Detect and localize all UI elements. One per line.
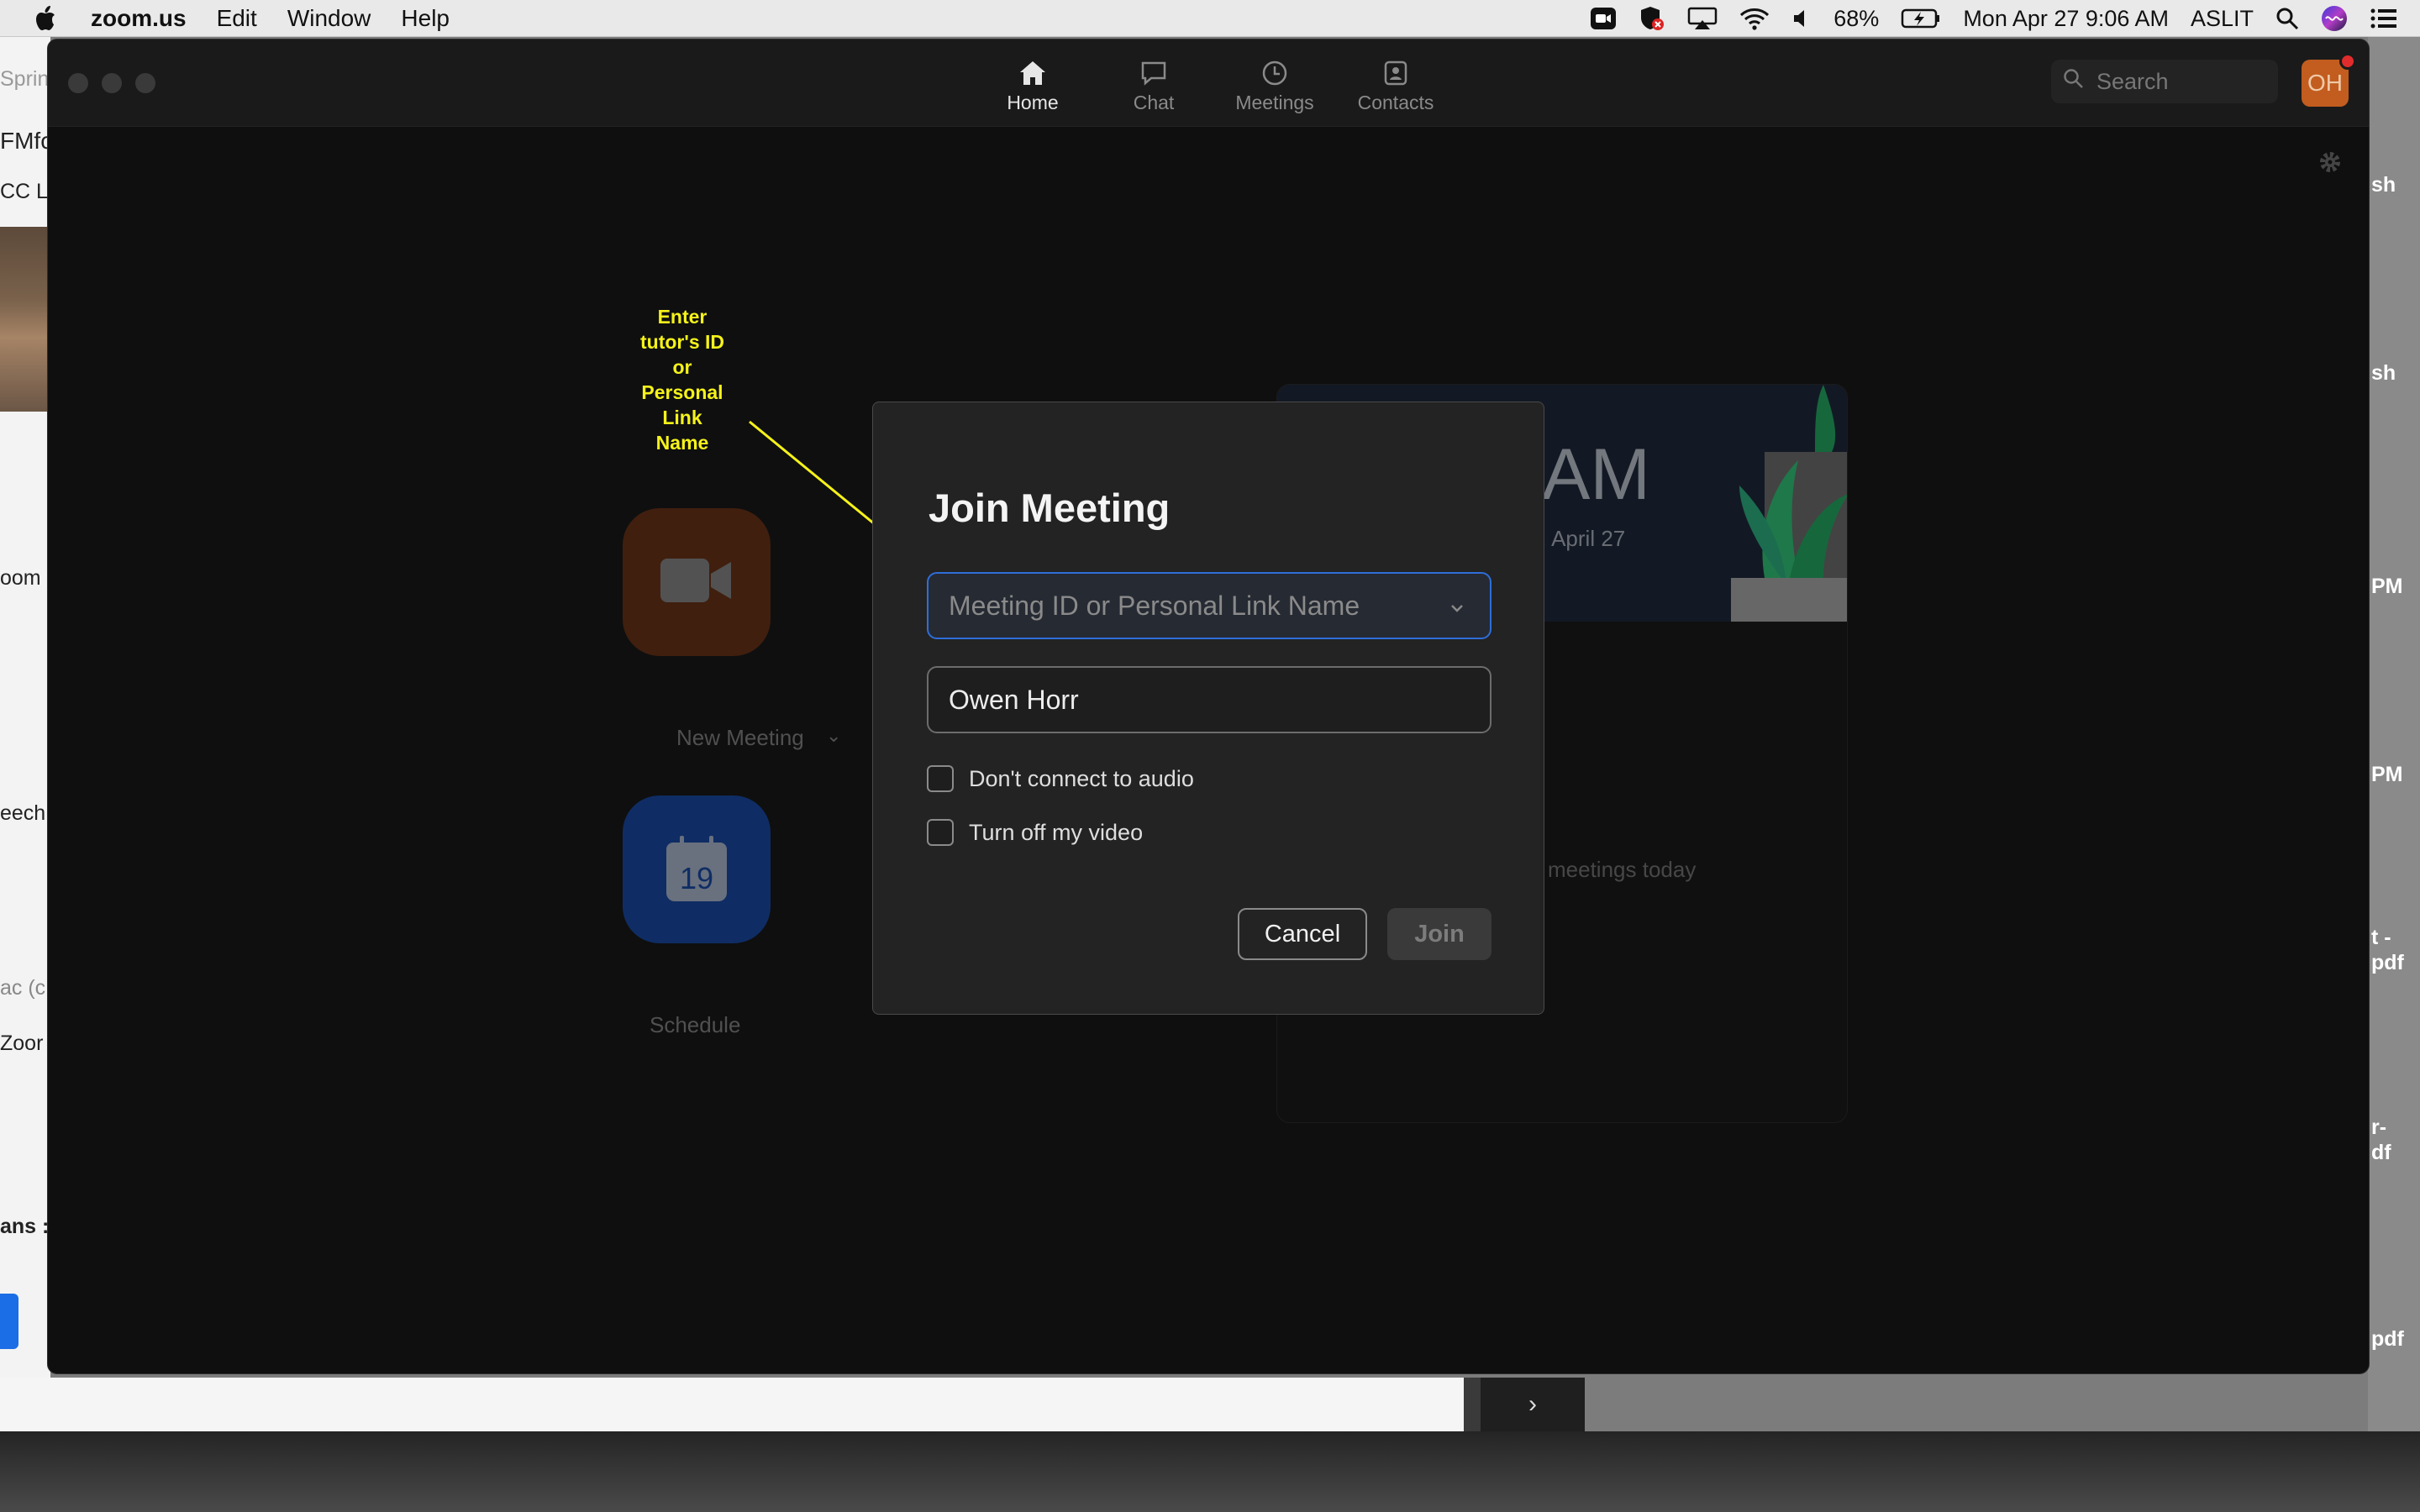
bg-text: sh [2371,173,2396,197]
search-icon [2063,68,2085,96]
bg-text: df [2371,1141,2391,1164]
tab-chat[interactable]: Chat [1093,55,1214,114]
airplay-icon[interactable] [1687,7,1718,30]
bg-text: Sprin [0,67,50,91]
bg-text: CC La [0,180,50,203]
volume-icon[interactable] [1791,7,1812,30]
join-meeting-dialog: Join Meeting Meeting ID or Personal Link… [872,402,1544,1015]
annotation-callout: Enter tutor's ID or Personal Link Name [623,304,741,455]
turn-off-video-option[interactable]: Turn off my video [927,819,1143,846]
minimize-window-button[interactable] [102,73,122,93]
bg-photo-thumbnail [0,227,50,412]
bg-text: Zoor [0,1032,44,1055]
annotation-line: Personal [641,381,723,403]
menu-help[interactable]: Help [401,5,450,32]
desktop-background [0,1431,2420,1512]
bg-text: oom l [0,566,50,590]
zoom-window-button[interactable] [135,73,155,93]
menu-bar: zoom.us Edit Window Help 68% Mon Apr 27 … [0,0,2420,37]
menu-edit[interactable]: Edit [217,5,257,32]
bg-text: pdf [2371,951,2404,974]
zoom-titlebar: Home Chat Meetings Contacts Search OH [48,39,2369,127]
app-name-menu[interactable]: zoom.us [91,5,187,32]
bg-text: pdf [2371,1327,2404,1351]
user-name[interactable]: ASLIT [2191,6,2254,32]
display-name-input[interactable]: Owen Horr [927,666,1491,733]
tab-contacts[interactable]: Contacts [1335,55,1456,114]
bg-text: eech [0,801,46,825]
meeting-id-input[interactable]: Meeting ID or Personal Link Name [927,572,1491,639]
home-icon [1018,55,1047,92]
background-app-bottom [0,1378,1464,1431]
annotation-line: Link [662,407,702,428]
bg-text: t - [2371,926,2391,949]
background-app-left: Sprin FMfc CC La oom l eech ac (c Zoor a… [0,37,50,1431]
tab-contacts-label: Contacts [1357,92,1434,113]
siri-icon[interactable] [2321,5,2348,32]
tab-home-label: Home [1007,92,1059,113]
bg-text: PM [2371,575,2403,598]
clock-icon [1261,55,1288,92]
clock-datetime[interactable]: Mon Apr 27 9:06 AM [1963,6,2169,32]
spotlight-search-icon[interactable] [2275,7,2299,30]
desktop-files-strip: sh sh PM PM t - pdf r- df pdf [2368,37,2420,1431]
turn-off-video-checkbox[interactable] [927,819,954,846]
bg-text: PM [2371,763,2403,786]
annotation-line: tutor's ID [639,331,725,353]
notification-center-icon[interactable] [2370,7,2398,30]
meeting-id-placeholder: Meeting ID or Personal Link Name [949,590,1360,621]
display-name-value: Owen Horr [949,684,1079,715]
battery-icon[interactable] [1901,8,1941,29]
apple-menu-icon[interactable] [32,0,66,37]
cancel-button[interactable]: Cancel [1238,908,1367,960]
close-window-button[interactable] [68,73,88,93]
chevron-right-icon[interactable]: › [1528,1390,1537,1419]
bg-text: ans : [0,1215,50,1238]
dont-connect-audio-checkbox[interactable] [927,765,954,792]
tab-home[interactable]: Home [972,55,1093,114]
background-mini-panel: › [1464,1378,1585,1431]
bg-text: r- [2371,1116,2387,1139]
bg-text: ac (c [0,976,46,1000]
dont-connect-audio-label: Don't connect to audio [969,765,1194,791]
notification-badge [2339,53,2356,70]
battery-percent: 68% [1833,5,1880,31]
tab-meetings[interactable]: Meetings [1214,55,1335,114]
chevron-down-icon[interactable] [1446,594,1468,625]
bg-text: FMfc [0,128,50,154]
annotation-line: or [672,356,692,378]
chat-icon [1139,55,1168,92]
wifi-icon[interactable] [1739,7,1770,30]
shield-icon[interactable] [1639,5,1665,32]
bg-text: sh [2371,361,2396,385]
search-placeholder: Search [2096,68,2169,94]
annotation-line: Name [655,432,709,454]
annotation-line: Enter [657,306,708,328]
tab-meetings-label: Meetings [1235,92,1314,113]
join-button[interactable]: Join [1387,908,1491,960]
dont-connect-audio-option[interactable]: Don't connect to audio [927,765,1194,792]
search-input[interactable]: Search [2051,60,2278,103]
contacts-icon [1383,55,1408,92]
main-nav: Home Chat Meetings Contacts [972,55,1456,114]
menu-window[interactable]: Window [287,5,371,32]
turn-off-video-label: Turn off my video [969,819,1144,845]
zoom-status-icon[interactable] [1590,7,1617,30]
tab-chat-label: Chat [1133,92,1175,113]
dialog-title: Join Meeting [929,486,1171,530]
bg-blue-button [0,1294,18,1349]
